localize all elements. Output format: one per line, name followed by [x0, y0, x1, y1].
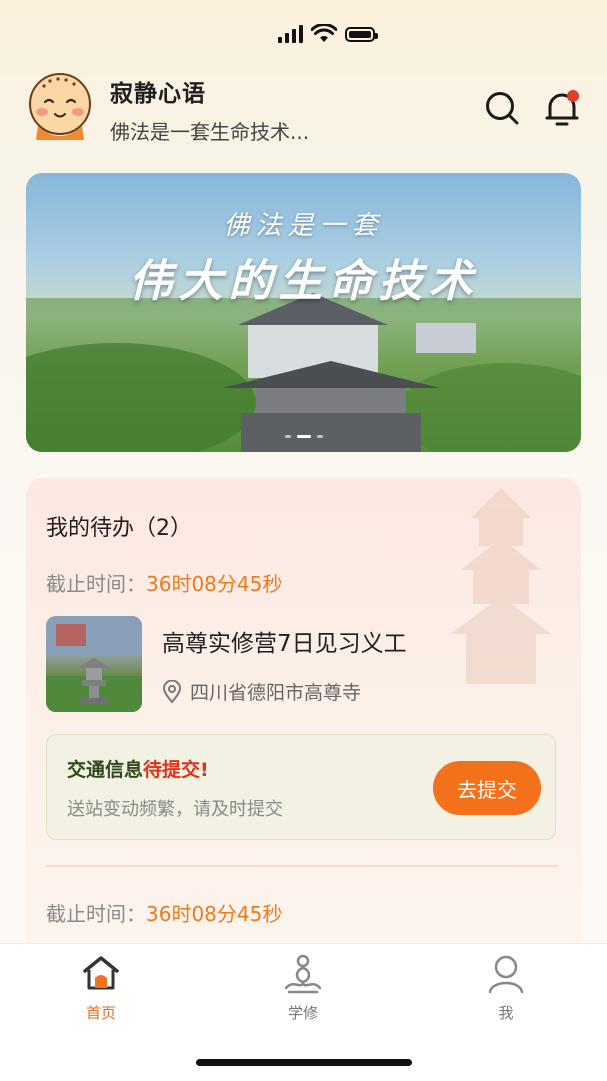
bell-icon[interactable] — [542, 88, 582, 128]
todo-title: 我的待办（2） — [46, 516, 192, 541]
location-text: 四川省德阳市高尊寺 — [190, 682, 362, 704]
banner-text-line2: 伟大的生命技术 — [128, 256, 479, 307]
location-pin-icon — [162, 679, 182, 704]
divider — [46, 865, 558, 867]
event-thumbnail[interactable] — [46, 616, 142, 712]
submit-button[interactable]: 去提交 — [433, 761, 541, 815]
notice-status: 待提交! — [143, 759, 209, 781]
profile-icon — [488, 955, 524, 994]
tab-profile[interactable]: 我 — [446, 952, 566, 1023]
hero-banner[interactable]: 佛法是一套 伟大的生命技术 — [26, 173, 581, 452]
notice-title: 交通信息待提交! — [67, 755, 209, 782]
deadline-label: 截止时间： — [46, 572, 146, 596]
meditation-icon — [284, 954, 322, 994]
tab-home[interactable]: 首页 — [41, 952, 161, 1023]
status-bar — [0, 0, 607, 70]
tab-label: 我 — [498, 1004, 514, 1022]
tab-label: 学修 — [287, 1004, 318, 1022]
home-indicator — [196, 1059, 412, 1066]
home-icon — [83, 956, 119, 990]
todo-card: 我的待办（2） 截止时间：36时08分45秒 高尊实修营7日见习义工 四川省德阳… — [26, 478, 581, 958]
wifi-icon — [311, 24, 337, 42]
notice-prefix: 交通信息 — [67, 759, 144, 781]
carousel-dot — [284, 435, 291, 438]
lantern-image — [46, 616, 142, 712]
deadline-countdown: 36时08分45秒 — [146, 572, 283, 596]
user-subtitle: 佛法是一套生命技术... — [110, 120, 310, 144]
deadline-label: 截止时间： — [46, 902, 146, 926]
pagoda-watermark — [451, 488, 551, 684]
header: 寂静心语 佛法是一套生命技术... — [24, 68, 584, 144]
deadline: 截止时间：36时08分45秒 — [46, 568, 282, 597]
signal-icon — [278, 25, 303, 43]
search-icon[interactable] — [484, 90, 520, 126]
deadline-countdown: 36时08分45秒 — [146, 902, 283, 926]
traffic-info-notice: 交通信息待提交! 送站变动频繁，请及时提交 去提交 — [46, 734, 556, 840]
notice-description: 送站变动频繁，请及时提交 — [67, 799, 283, 820]
event-title[interactable]: 高尊实修营7日见习义工 — [162, 624, 407, 658]
banner-text-line1: 佛法是一套 — [223, 211, 384, 241]
user-name: 寂静心语 — [110, 81, 206, 107]
tab-label: 首页 — [85, 1004, 116, 1022]
avatar[interactable] — [24, 68, 96, 140]
battery-icon — [345, 26, 378, 42]
carousel-dot-active — [296, 435, 311, 438]
event-location: 四川省德阳市高尊寺 — [162, 678, 361, 705]
carousel-dot — [316, 435, 323, 438]
carousel-indicator — [284, 435, 323, 438]
notification-dot — [567, 90, 579, 102]
deadline: 截止时间：36时08分45秒 — [46, 898, 282, 927]
tab-study[interactable]: 学修 — [243, 952, 363, 1023]
